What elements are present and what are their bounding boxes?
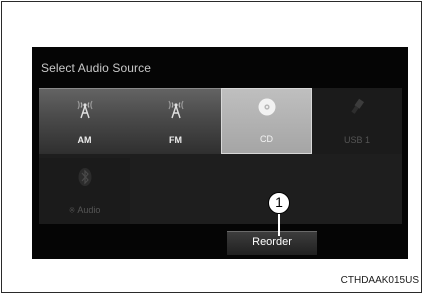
source-label-fm: FM — [169, 135, 182, 145]
antenna-icon — [166, 97, 186, 119]
source-label-cd: CD — [260, 134, 273, 144]
audio-source-screen: Select Audio Source AM FM CD USB 1 ※ Aud… — [32, 47, 408, 259]
screen-title: Select Audio Source — [41, 61, 151, 75]
source-label-audio: ※ Audio — [39, 205, 130, 215]
source-grid: AM FM CD USB 1 ※ Audio — [39, 88, 402, 224]
source-usb1-button[interactable]: USB 1 — [312, 88, 402, 154]
bluetooth-icon — [75, 166, 95, 188]
callout-leader-line — [278, 214, 280, 236]
bluetooth-small-icon: ※ — [68, 206, 76, 215]
source-label-usb1: USB 1 — [343, 135, 370, 145]
disc-icon — [258, 98, 276, 116]
figure-code: CTHDAAK015US — [340, 275, 419, 286]
source-label-audio-text: Audio — [77, 205, 101, 215]
source-am-button[interactable]: AM — [39, 88, 130, 154]
source-fm-button[interactable]: FM — [130, 88, 221, 154]
source-label-am: AM — [77, 135, 92, 145]
figure-frame: Select Audio Source AM FM CD USB 1 ※ Aud… — [1, 1, 422, 293]
callout-marker-1: 1 — [268, 192, 290, 214]
reorder-button[interactable]: Reorder — [227, 231, 317, 255]
antenna-icon — [75, 97, 95, 119]
usb-icon — [347, 96, 367, 118]
source-bt-audio-button[interactable]: ※ Audio — [39, 158, 130, 224]
source-cd-button[interactable]: CD — [221, 88, 312, 154]
